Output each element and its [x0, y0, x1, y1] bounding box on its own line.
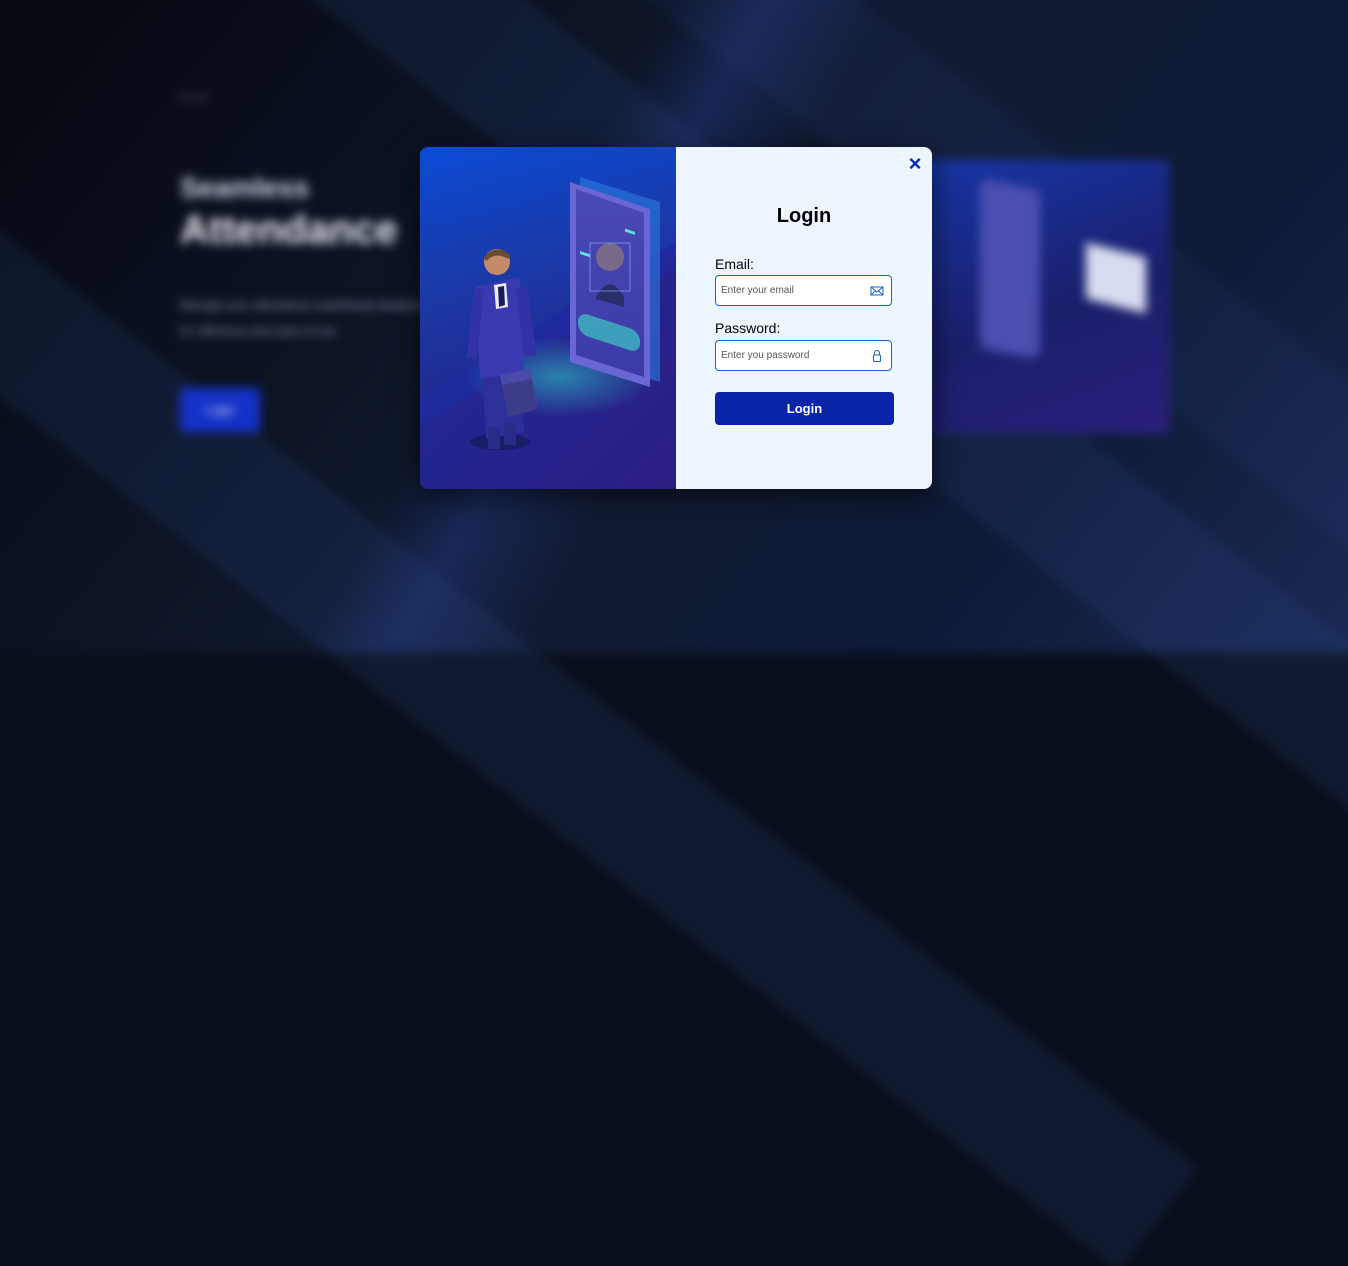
- email-field-container: [715, 275, 892, 306]
- close-icon: ×: [908, 151, 922, 176]
- login-button[interactable]: Login: [715, 392, 894, 425]
- illustration-svg: [420, 177, 676, 489]
- login-title: Login: [776, 205, 832, 227]
- background-tagline: • • •: [180, 92, 208, 104]
- background-heading-line2: Attendance: [180, 208, 398, 252]
- email-label: Email:: [715, 256, 754, 272]
- password-input[interactable]: [721, 341, 866, 370]
- background-hero-image: [910, 160, 1170, 434]
- password-field-container: [715, 340, 892, 371]
- background-photo-shape: [1086, 242, 1146, 314]
- login-form-panel: × Login Email: Password: Login: [676, 147, 932, 489]
- email-input[interactable]: [721, 276, 866, 305]
- close-button[interactable]: ×: [906, 153, 924, 175]
- background-heading-line1: Seamless: [180, 172, 310, 203]
- face-recognition-illustration: [420, 147, 676, 489]
- envelope-icon: [870, 286, 884, 296]
- lock-icon: [873, 350, 881, 362]
- background-description: Manage your attendance seamlessly design…: [180, 298, 428, 338]
- login-modal: × Login Email: Password: Login: [420, 147, 932, 489]
- background-login-button: Login: [180, 388, 260, 432]
- background-phone-shape: [980, 178, 1040, 360]
- password-label: Password:: [715, 320, 781, 336]
